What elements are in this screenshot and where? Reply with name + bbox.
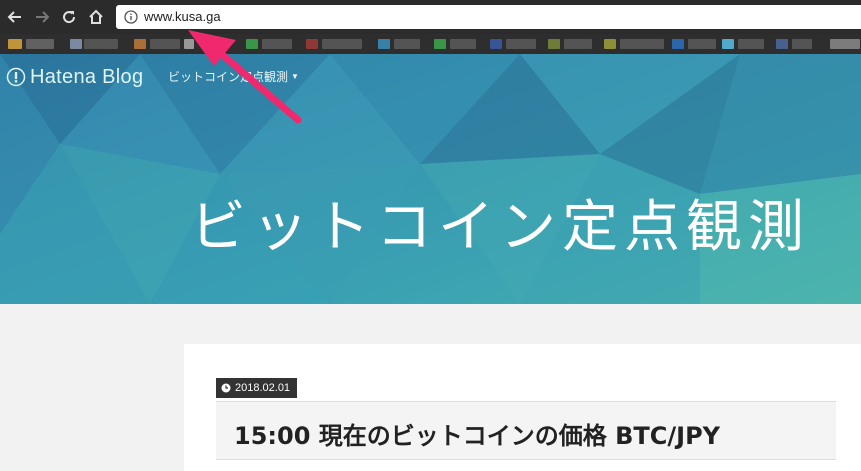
entry-date-badge[interactable]: 2018.02.01	[216, 378, 298, 398]
browser-toolbar: www.kusa.ga	[0, 0, 861, 34]
home-icon[interactable]	[85, 6, 107, 28]
bookmark-item[interactable]	[394, 39, 420, 49]
address-bar[interactable]: www.kusa.ga	[116, 5, 861, 29]
bookmark-item[interactable]	[134, 39, 146, 49]
bookmark-item[interactable]	[262, 39, 292, 49]
bookmark-item[interactable]	[490, 39, 502, 49]
entry-title-box: 15:00 現在のビットコインの価格 BTC/JPY	[216, 401, 836, 460]
bookmark-item[interactable]	[672, 39, 684, 49]
bookmark-item[interactable]	[604, 39, 616, 49]
bookmark-item[interactable]	[450, 39, 476, 49]
bookmarks-bar	[0, 34, 861, 54]
hatena-blog-logo[interactable]: Hatena Blog	[6, 64, 143, 90]
bookmark-item[interactable]	[84, 39, 118, 49]
bookmark-item[interactable]	[70, 39, 82, 49]
entry-date: 2018.02.01	[235, 382, 291, 394]
logo-text: Hatena Blog	[30, 65, 144, 88]
url-text: www.kusa.ga	[144, 9, 221, 24]
info-icon[interactable]	[124, 10, 138, 24]
bookmark-item[interactable]	[322, 39, 362, 49]
bookmark-item[interactable]	[150, 39, 180, 49]
bookmark-item[interactable]	[306, 39, 318, 49]
bookmark-item[interactable]	[688, 39, 716, 49]
entry-card: 2018.02.01 15:00 現在のビットコインの価格 BTC/JPY	[184, 344, 861, 471]
bookmark-item[interactable]	[776, 39, 788, 49]
bookmark-item[interactable]	[548, 39, 560, 49]
bookmark-item[interactable]	[434, 39, 446, 49]
bookmark-item[interactable]	[830, 39, 860, 49]
bookmark-item[interactable]	[8, 39, 22, 49]
hatena-logo-icon	[6, 67, 26, 87]
header-background-pattern	[0, 54, 861, 304]
forward-icon[interactable]	[31, 6, 53, 28]
bookmark-item[interactable]	[792, 39, 812, 49]
blog-menu-dropdown[interactable]: ビットコイン定点観測 ▼	[168, 68, 299, 85]
bookmark-item[interactable]	[26, 39, 54, 49]
clock-icon	[221, 383, 231, 393]
blog-title[interactable]: ビットコイン定点観測	[190, 182, 810, 263]
bookmark-item[interactable]	[722, 39, 734, 49]
bookmark-item[interactable]	[620, 39, 664, 49]
blog-header: Hatena Blog ビットコイン定点観測 ▼ ビットコイン定点観測	[0, 54, 861, 304]
bookmark-item[interactable]	[506, 39, 536, 49]
back-icon[interactable]	[4, 6, 26, 28]
bookmark-item[interactable]	[246, 39, 258, 49]
bookmark-item[interactable]	[184, 39, 194, 49]
reload-icon[interactable]	[58, 6, 80, 28]
chevron-down-icon: ▼	[291, 72, 299, 81]
bookmark-item[interactable]	[564, 39, 592, 49]
entry-title[interactable]: 15:00 現在のビットコインの価格 BTC/JPY	[234, 416, 720, 451]
bookmark-item[interactable]	[378, 39, 390, 49]
blog-menu-label: ビットコイン定点観測	[168, 70, 289, 84]
bookmark-item[interactable]	[738, 39, 764, 49]
